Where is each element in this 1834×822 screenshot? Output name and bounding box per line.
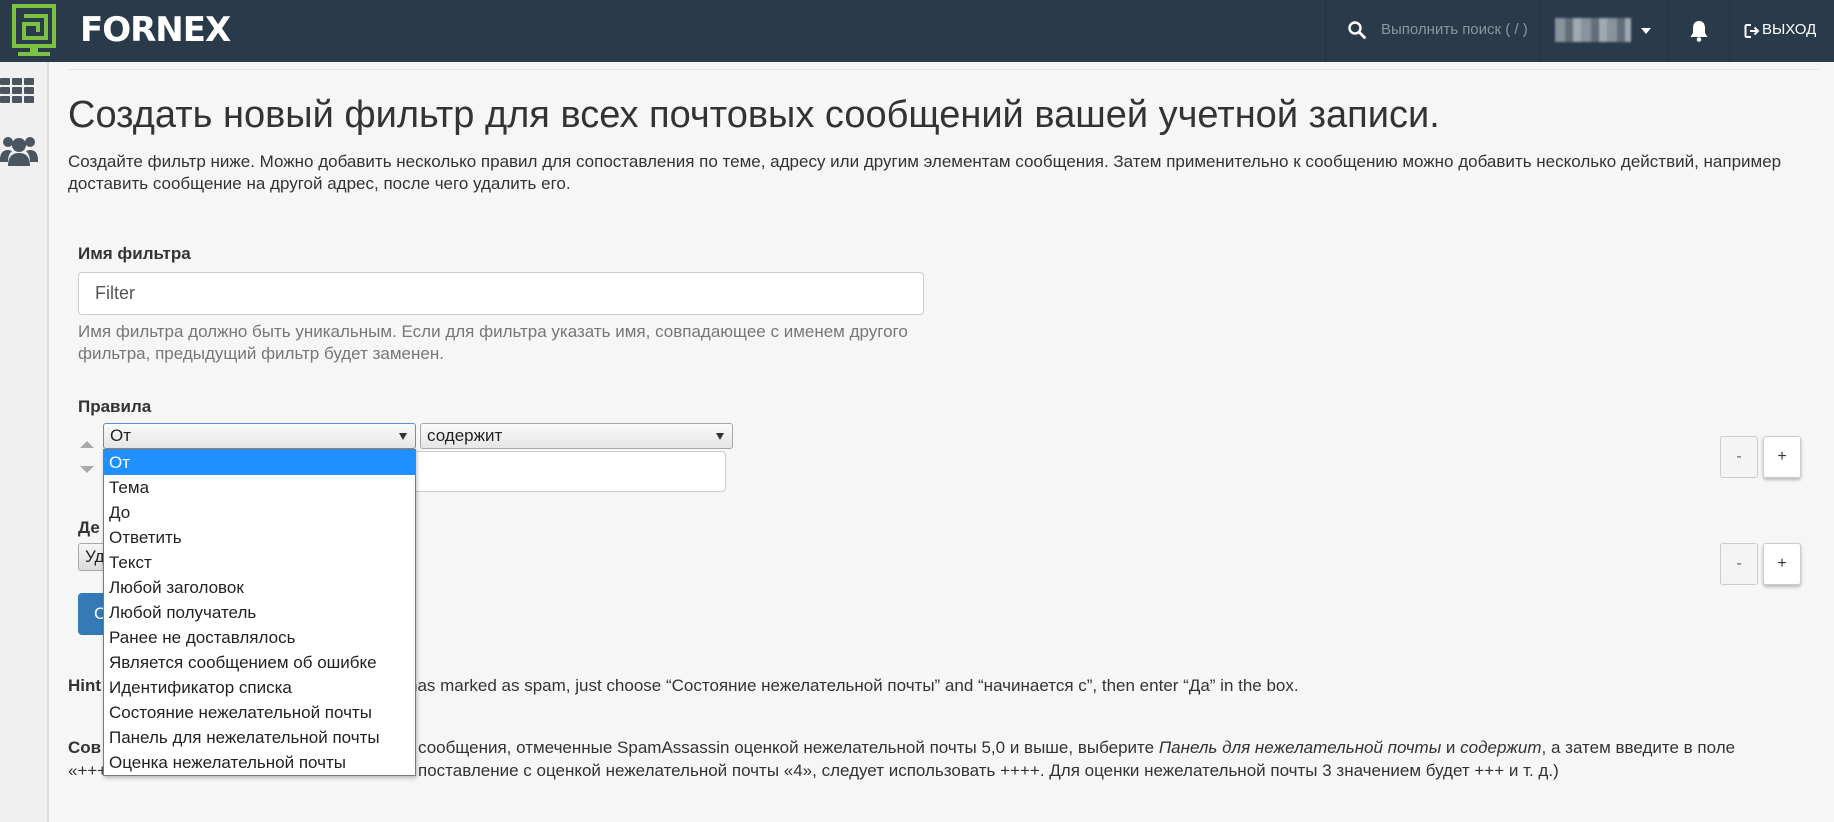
advice-line1: сообщения, отмеченные SpamAssassin оценк…	[418, 736, 1735, 759]
apps-grid-icon[interactable]	[0, 76, 36, 106]
move-down-icon[interactable]	[80, 466, 94, 473]
advice-lead: Сов	[68, 738, 102, 757]
advice-text-a: сообщения, отмеченные SpamAssassin оценк…	[418, 738, 1159, 757]
actions-label: Де	[78, 518, 100, 537]
filter-name-help: Имя фильтра должно быть уникальным. Если…	[78, 322, 908, 363]
search-icon	[1348, 21, 1366, 39]
hint-text: has marked as spam, just choose “Состоян…	[408, 676, 1299, 695]
dropdown-option[interactable]: Любой заголовок	[104, 575, 415, 600]
page-title: Создать новый фильтр для всех почтовых с…	[68, 94, 1440, 136]
dropdown-option[interactable]: Ранее не доставлялось	[104, 625, 415, 650]
page-description: Создайте фильтр ниже. Можно добавить нес…	[68, 152, 1782, 193]
dropdown-option[interactable]: Ответить	[104, 525, 415, 550]
search-placeholder[interactable]: Выполнить поиск ( / )	[1381, 21, 1528, 38]
search-box[interactable]: Выполнить поиск ( / )	[1325, 0, 1541, 62]
dropdown-option[interactable]: Оценка нежелательной почты	[104, 750, 415, 775]
dropdown-option[interactable]: До	[104, 500, 415, 525]
bell-icon	[1690, 21, 1708, 42]
rule-field-dropdown-list[interactable]: От Тема До Ответить Текст Любой заголовок Любо…	[103, 449, 416, 776]
brand-name[interactable]: FORNEX	[80, 10, 231, 50]
filter-name-label: Имя фильтра	[78, 244, 191, 263]
advice-text-b: и	[1441, 738, 1461, 757]
logout-icon	[1744, 24, 1760, 38]
dropdown-option[interactable]: Текст	[104, 550, 415, 575]
notifications-button[interactable]	[1669, 0, 1730, 62]
advice-line2: поставление с оценкой нежелательной почт…	[418, 761, 1559, 780]
rules-label: Правила	[78, 397, 152, 416]
chevron-down-icon	[1641, 28, 1651, 34]
rule-field-select[interactable]: От	[103, 423, 416, 449]
divider	[68, 69, 1818, 70]
rule-operator-selected: содержит	[427, 426, 503, 445]
logout-button[interactable]: ВЫХОД	[1730, 0, 1834, 62]
advice-line2-lead: «+++	[68, 761, 108, 780]
dropdown-arrow-icon	[716, 433, 724, 440]
move-up-icon[interactable]	[80, 441, 94, 448]
dropdown-option[interactable]: Является сообщением об ошибке	[104, 650, 415, 675]
rule-field-selected: От	[110, 426, 132, 445]
rule-operator-select[interactable]: содержит	[420, 423, 733, 449]
dropdown-option[interactable]: Тема	[104, 475, 415, 500]
advice-em-contains: содержит	[1460, 738, 1542, 757]
hint-lead: Hint	[68, 676, 102, 695]
top-navbar: FORNEX Выполнить поиск ( / ) ВЫХОД	[0, 0, 1834, 62]
dropdown-option[interactable]: Любой получатель	[104, 600, 415, 625]
user-menu[interactable]	[1541, 0, 1669, 62]
rule-value-input[interactable]	[414, 451, 726, 492]
logout-label[interactable]: ВЫХОД	[1762, 21, 1816, 38]
filter-name-input[interactable]: Filter	[78, 272, 924, 315]
add-action-button[interactable]: +	[1763, 543, 1801, 585]
fornex-logo-icon[interactable]	[12, 4, 60, 60]
dropdown-option[interactable]: Состояние нежелательной почты	[104, 700, 415, 725]
sidebar	[0, 62, 49, 822]
redacted-username	[1555, 18, 1631, 42]
dropdown-option[interactable]: Панель для нежелательной почты	[104, 725, 415, 750]
dropdown-option[interactable]: От	[104, 450, 415, 475]
dropdown-arrow-icon	[399, 433, 407, 440]
users-icon[interactable]	[0, 132, 38, 168]
add-rule-button[interactable]: +	[1763, 436, 1801, 478]
advice-text-c: , а затем введите в поле	[1541, 738, 1736, 757]
remove-rule-button[interactable]: -	[1720, 436, 1758, 478]
advice-em-panel: Панель для нежелательной почты	[1158, 738, 1442, 757]
remove-action-button[interactable]: -	[1720, 543, 1758, 585]
dropdown-option[interactable]: Идентификатор списка	[104, 675, 415, 700]
